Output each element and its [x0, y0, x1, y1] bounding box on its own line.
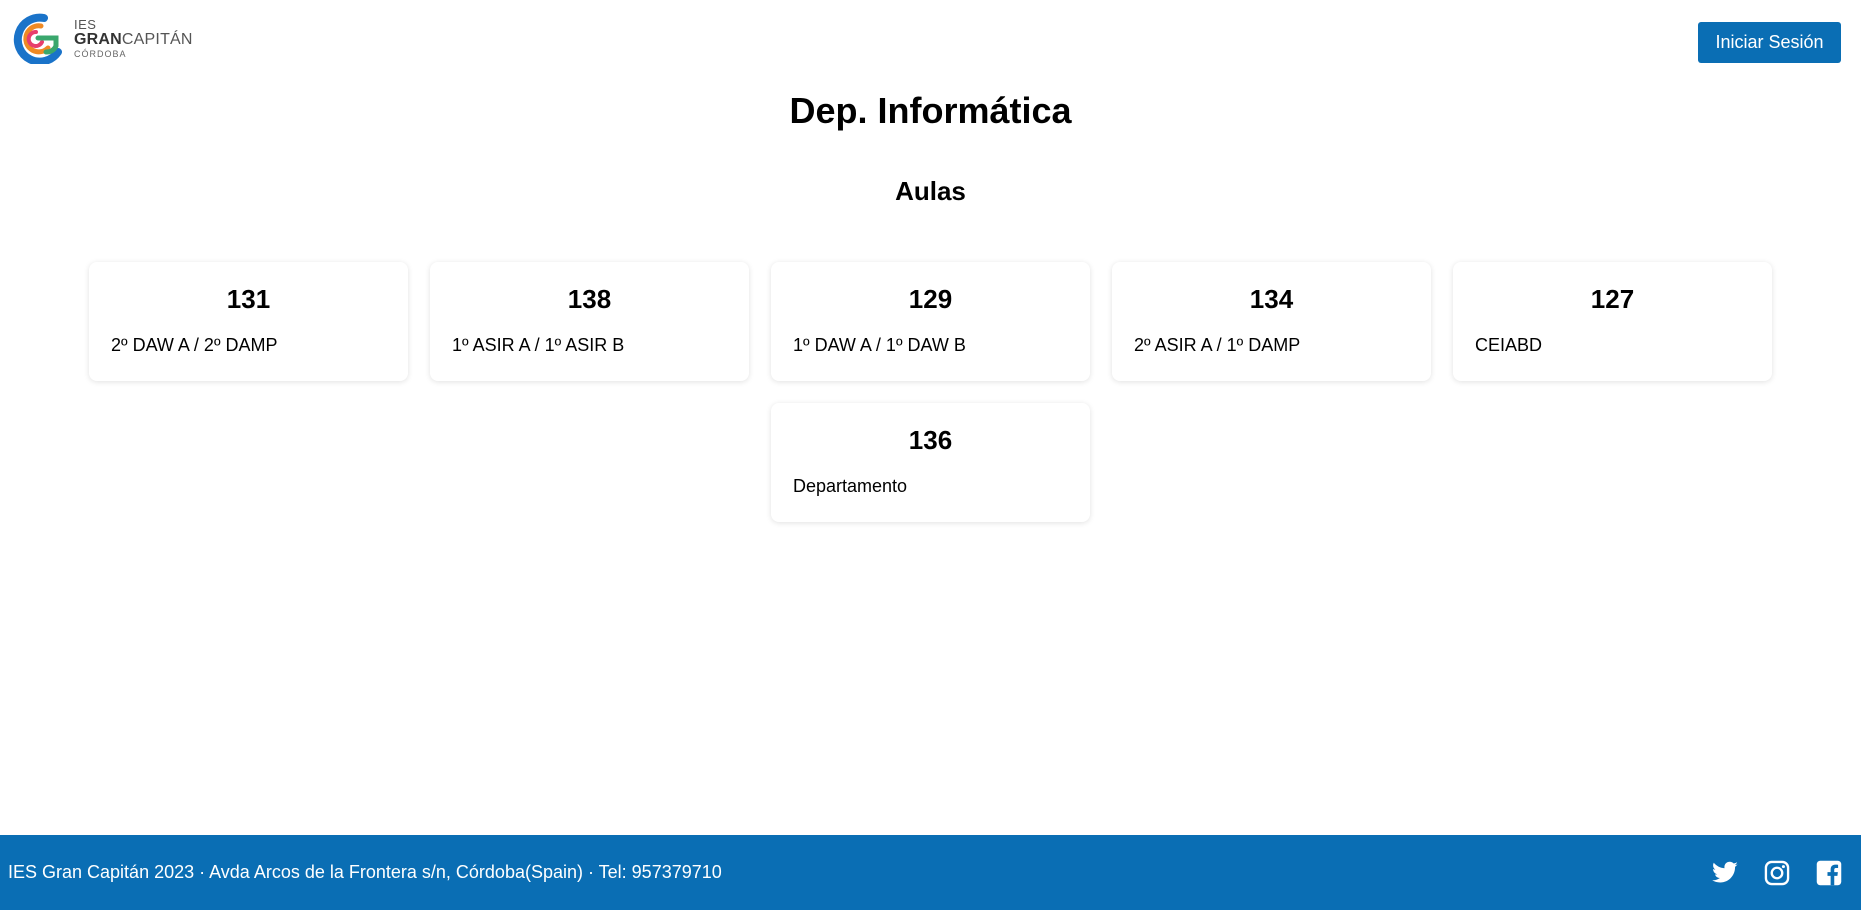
- logo-text: IES GRANCAPITÁN CÓRDOBA: [74, 18, 193, 59]
- room-groups: CEIABD: [1475, 335, 1543, 355]
- room-card[interactable]: 138 1º ASIR A / 1º ASIR B: [430, 262, 749, 381]
- room-card[interactable]: 131 2º DAW A / 2º DAMP: [89, 262, 408, 381]
- facebook-icon[interactable]: [1815, 859, 1843, 887]
- room-number: 138: [567, 284, 612, 314]
- page-title: Dep. Informática: [789, 90, 1072, 131]
- logo-name-light: CAPITÁN: [121, 30, 193, 48]
- rooms-grid: 131 2º DAW A / 2º DAMP 138 1º ASIR A / 1…: [88, 262, 1773, 522]
- twitter-icon[interactable]: [1711, 859, 1739, 887]
- header: IES GRANCAPITÁN CÓRDOBA Iniciar Sesión: [0, 0, 1861, 70]
- room-number: 127: [1590, 284, 1635, 314]
- footer-text: IES Gran Capitán 2023 · Avda Arcos de la…: [8, 862, 722, 882]
- logo-city: CÓRDOBA: [74, 48, 127, 59]
- instagram-icon[interactable]: [1763, 859, 1791, 887]
- section-title: Aulas: [895, 176, 966, 206]
- login-button[interactable]: Iniciar Sesión: [1698, 22, 1841, 63]
- room-card[interactable]: 134 2º ASIR A / 1º DAMP: [1112, 262, 1431, 381]
- room-groups: Departamento: [793, 476, 908, 496]
- room-number: 131: [226, 284, 271, 314]
- room-number: 134: [1249, 284, 1294, 314]
- logo-ies: IES: [74, 16, 97, 32]
- room-card[interactable]: 127 CEIABD: [1453, 262, 1772, 381]
- logo-mark-icon: [13, 13, 62, 64]
- room-card[interactable]: 129 1º DAW A / 1º DAW B: [771, 262, 1090, 381]
- logo-name-bold: GRAN: [74, 30, 122, 48]
- social-links: [1711, 859, 1843, 887]
- room-number: 129: [908, 284, 953, 314]
- room-groups: 1º ASIR A / 1º ASIR B: [452, 335, 625, 355]
- room-groups: 1º DAW A / 1º DAW B: [793, 335, 966, 355]
- room-groups: 2º DAW A / 2º DAMP: [111, 335, 278, 355]
- room-number: 136: [908, 425, 953, 455]
- school-logo[interactable]: IES GRANCAPITÁN CÓRDOBA: [8, 12, 198, 64]
- room-groups: 2º ASIR A / 1º DAMP: [1134, 335, 1301, 355]
- footer: IES Gran Capitán 2023 · Avda Arcos de la…: [0, 835, 1861, 910]
- logo-name: GRANCAPITÁN: [74, 30, 193, 48]
- room-card[interactable]: 136 Departamento: [771, 403, 1090, 522]
